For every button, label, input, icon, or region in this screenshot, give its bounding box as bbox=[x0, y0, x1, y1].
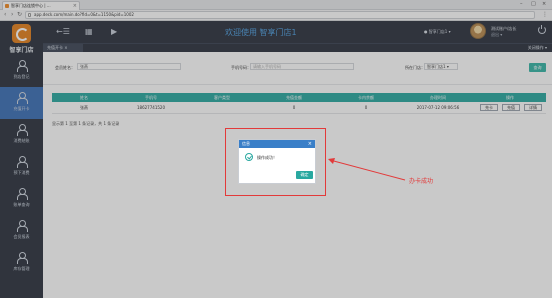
annotation-arrow-icon bbox=[328, 158, 406, 181]
annotation-note: 办卡成功 bbox=[409, 178, 434, 185]
